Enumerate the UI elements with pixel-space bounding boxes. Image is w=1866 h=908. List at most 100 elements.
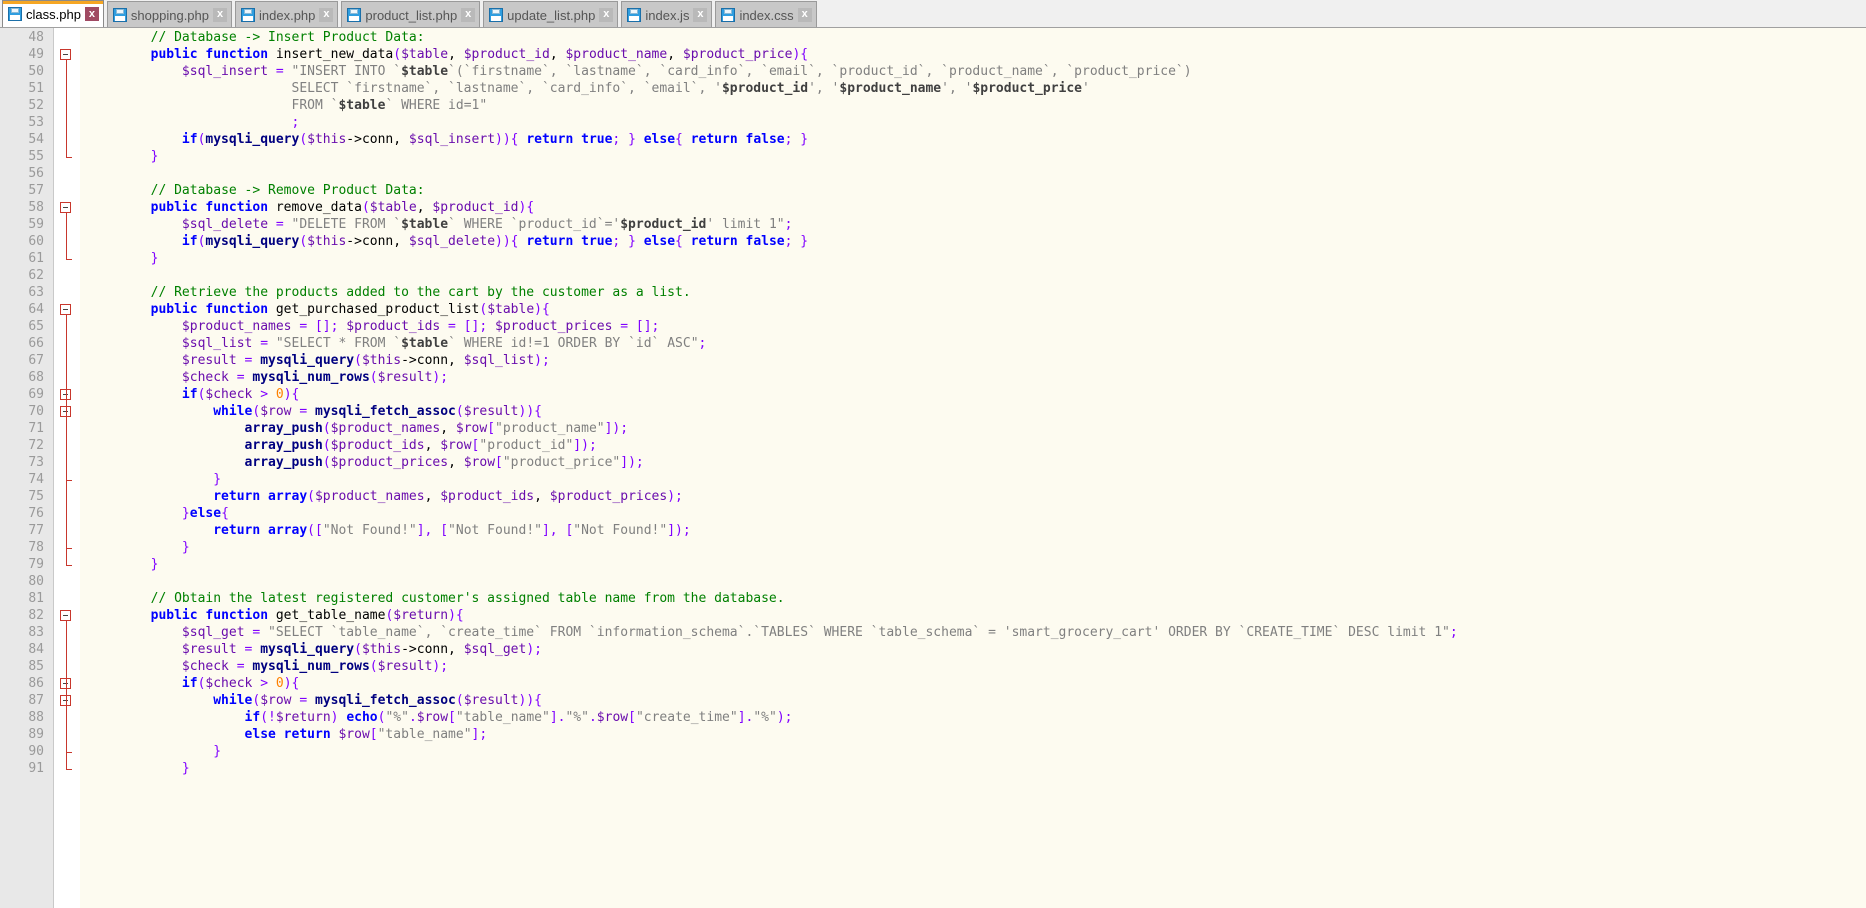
tab-close-icon[interactable]: x [461, 8, 475, 22]
token-str: SELECT `firstname`, `lastname`, `card_in… [292, 81, 722, 96]
fold-row[interactable] [54, 590, 80, 607]
token-str: "%" [753, 710, 776, 725]
fold-guide-end [66, 480, 72, 481]
tab-bar[interactable]: class.phpxshopping.phpxindex.phpxproduct… [0, 0, 1866, 28]
fold-row[interactable] [54, 488, 80, 505]
fold-row[interactable] [54, 182, 80, 199]
code-viewport[interactable]: // Database -> Insert Product Data: publ… [80, 28, 1866, 908]
tab-shopping-php[interactable]: shopping.php x [107, 1, 232, 27]
line-number: 78 [0, 539, 53, 556]
token-var: $this [362, 353, 401, 368]
fold-guide-end [66, 157, 72, 158]
code-line: if($check > 0){ [88, 386, 1866, 403]
fold-row[interactable] [54, 284, 80, 301]
token-kw: return true [526, 234, 612, 249]
fold-row[interactable] [54, 335, 80, 352]
token-var: $check [205, 387, 252, 402]
token-txt: ->conn, [401, 642, 464, 657]
token-txt [88, 149, 151, 164]
tab-close-icon[interactable]: x [599, 8, 613, 22]
fold-row[interactable] [54, 131, 80, 148]
tab-label: shopping.php [131, 8, 209, 22]
token-str: "table_name" [378, 727, 472, 742]
token-txt: get_table_name [268, 608, 385, 623]
token-txt [88, 115, 292, 130]
fold-row[interactable] [54, 301, 80, 318]
code-text[interactable]: // Database -> Insert Product Data: publ… [80, 29, 1866, 777]
token-op: . [589, 710, 597, 725]
fold-row[interactable] [54, 692, 80, 709]
code-folding-margin[interactable] [54, 28, 80, 908]
token-op: ; } [785, 132, 808, 147]
fold-row[interactable] [54, 165, 80, 182]
fold-row[interactable] [54, 726, 80, 743]
editor-area[interactable]: 4849505152535455565758596061626364656667… [0, 28, 1866, 908]
fold-row[interactable] [54, 624, 80, 641]
fold-row[interactable] [54, 199, 80, 216]
tab-update-list-php[interactable]: update_list.phpx [483, 1, 618, 27]
token-op: ( [370, 370, 378, 385]
fold-row[interactable] [54, 46, 80, 63]
fold-row[interactable] [54, 437, 80, 454]
token-op: [ [448, 710, 456, 725]
fold-row[interactable] [54, 267, 80, 284]
fold-row[interactable] [54, 658, 80, 675]
fold-row[interactable] [54, 454, 80, 471]
token-str: ` WHERE `product_id`=' [448, 217, 620, 232]
token-op: ( [307, 489, 315, 504]
fold-row[interactable] [54, 505, 80, 522]
token-op: = [268, 64, 291, 79]
token-kw: if [182, 676, 198, 691]
fold-row[interactable] [54, 420, 80, 437]
fold-row[interactable] [54, 403, 80, 420]
tab-close-icon[interactable]: x [693, 8, 707, 22]
fold-row[interactable] [54, 216, 80, 233]
token-op: ]); [605, 421, 628, 436]
token-op: = [229, 370, 252, 385]
line-number: 51 [0, 80, 53, 97]
token-txt [88, 47, 151, 62]
fold-row[interactable] [54, 386, 80, 403]
token-var: $product_prices [331, 455, 448, 470]
tab-class-php[interactable]: class.phpx [2, 0, 104, 27]
tab-index-php[interactable]: index.phpx [235, 1, 338, 27]
fold-row[interactable] [54, 675, 80, 692]
tab-index-css[interactable]: index.cssx [715, 1, 816, 27]
fold-row[interactable] [54, 80, 80, 97]
fold-row[interactable] [54, 573, 80, 590]
token-str: "SELECT * FROM ` [276, 336, 401, 351]
fold-row[interactable] [54, 233, 80, 250]
token-var: $row [440, 438, 471, 453]
code-line: $product_names = []; $product_ids = []; … [88, 318, 1866, 335]
token-kw: public function [151, 608, 268, 623]
token-op: ); [534, 353, 550, 368]
fold-row[interactable] [54, 97, 80, 114]
fold-row[interactable] [54, 607, 80, 624]
code-line: array_push($product_prices, $row["produc… [88, 454, 1866, 471]
code-line [88, 165, 1866, 182]
tab-product-list-php[interactable]: product_list.phpx [341, 1, 480, 27]
token-txt [88, 455, 245, 470]
tab-close-icon[interactable]: x [213, 8, 227, 22]
token-op: ([ [307, 523, 323, 538]
fold-row[interactable] [54, 709, 80, 726]
tab-close-icon[interactable]: x [319, 8, 333, 22]
fold-row[interactable] [54, 352, 80, 369]
token-com: // Retrieve the products added to the ca… [151, 285, 691, 300]
fold-guide-line [66, 59, 67, 157]
fold-row[interactable] [54, 114, 80, 131]
fold-row[interactable] [54, 522, 80, 539]
fold-row[interactable] [54, 641, 80, 658]
token-var: $table [401, 47, 448, 62]
fold-row[interactable] [54, 63, 80, 80]
token-op: ( [393, 47, 401, 62]
fold-row[interactable] [54, 318, 80, 335]
tab-close-icon[interactable]: x [798, 8, 812, 22]
tab-close-icon[interactable]: x [85, 7, 99, 21]
fold-row[interactable] [54, 369, 80, 386]
token-op: ( [354, 353, 362, 368]
tab-index-js[interactable]: index.jsx [621, 1, 712, 27]
token-txt: , [448, 455, 464, 470]
token-txt [88, 591, 151, 606]
fold-row[interactable] [54, 29, 80, 46]
